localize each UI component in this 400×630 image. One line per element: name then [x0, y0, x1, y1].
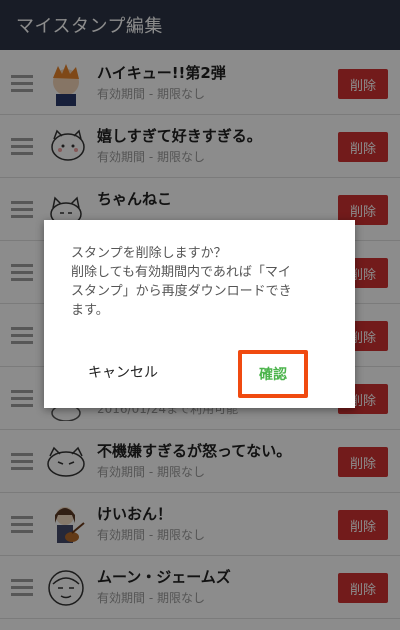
dialog-message: スタンプを削除しますか？ 削除しても有効期間内であれば「マイ スタンプ」から再度…: [71, 244, 341, 320]
delete-confirm-dialog: スタンプを削除しますか？ 削除しても有効期間内であれば「マイ スタンプ」から再度…: [44, 220, 355, 408]
dialog-message-line: スタンプ」から再度ダウンロードでき: [71, 284, 292, 299]
dialog-message-line: スタンプを削除しますか？: [71, 246, 227, 261]
dialog-message-line: ます。: [71, 303, 109, 318]
dialog-message-line: 削除しても有効期間内であれば「マイ: [71, 265, 291, 280]
confirm-button[interactable]: 確認: [238, 350, 308, 398]
cancel-button[interactable]: キャンセル: [88, 362, 158, 382]
